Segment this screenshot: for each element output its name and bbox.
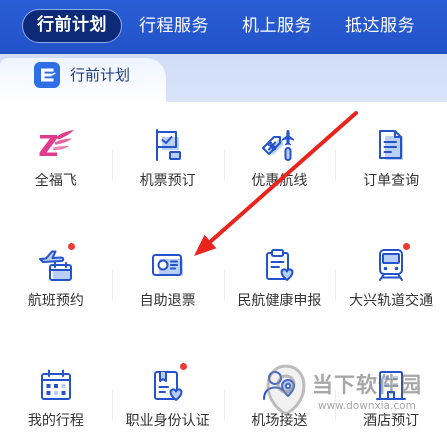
health-clipboard-icon xyxy=(260,246,298,284)
service-grid: 全福飞 机票预订 优惠航线 订单查询 航班预约 自助退票 民航健康申报 大兴轨道… xyxy=(0,102,447,439)
service-professional-id[interactable]: 职业身份认证 xyxy=(112,344,224,436)
service-hotel-booking[interactable]: 酒店预订 xyxy=(335,344,447,436)
train-icon xyxy=(372,243,411,284)
top-tab-bar: 行前计划 行程服务 机上服务 抵达服务 xyxy=(0,0,447,54)
service-order-query[interactable]: 订单查询 xyxy=(335,104,447,196)
discount-tag-icon xyxy=(260,126,298,164)
hotel-icon xyxy=(372,366,410,404)
tab-trip-service[interactable]: 行程服务 xyxy=(124,9,224,43)
column-divider xyxy=(223,150,225,180)
tab-pre-trip[interactable]: 行前计划 xyxy=(22,9,122,43)
service-my-trips[interactable]: 我的行程 xyxy=(0,344,112,436)
service-flight-reservation[interactable]: 航班预约 xyxy=(0,224,112,316)
ticket-refund-icon xyxy=(149,246,187,284)
service-label: 机场接送 xyxy=(251,413,308,429)
service-label: 民航健康申报 xyxy=(237,293,322,309)
service-discount-routes[interactable]: 优惠航线 xyxy=(224,104,336,196)
service-quanfufei[interactable]: 全福飞 xyxy=(0,104,112,196)
pickup-person-icon xyxy=(260,366,298,404)
service-label: 酒店预订 xyxy=(363,413,420,429)
flight-calendar-icon xyxy=(37,243,75,284)
tab-arrival-service[interactable]: 抵达服务 xyxy=(330,9,430,43)
service-flight-booking[interactable]: 机票预订 xyxy=(112,104,224,196)
column-divider xyxy=(335,270,337,300)
plane-logo-icon xyxy=(34,62,60,88)
column-divider xyxy=(335,390,337,420)
service-label: 全福飞 xyxy=(34,173,77,189)
column-divider xyxy=(111,390,113,420)
service-label: 订单查询 xyxy=(363,173,420,189)
column-divider xyxy=(223,390,225,420)
notification-dot xyxy=(67,243,75,250)
service-self-refund[interactable]: 自助退票 xyxy=(112,224,224,316)
service-label: 自助退票 xyxy=(139,293,196,309)
column-divider xyxy=(223,270,225,300)
service-health-declaration[interactable]: 民航健康申报 xyxy=(224,224,336,316)
service-label: 优惠航线 xyxy=(251,173,308,189)
column-divider xyxy=(335,150,337,180)
service-airport-transfer[interactable]: 机场接送 xyxy=(224,344,336,436)
service-label: 大兴轨道交通 xyxy=(349,293,434,309)
column-divider xyxy=(111,270,113,300)
section-tab: 行前计划 xyxy=(0,58,166,102)
quanfufei-logo-icon xyxy=(37,126,75,164)
id-badge-icon xyxy=(149,363,187,404)
section-title: 行前计划 xyxy=(70,66,131,84)
notification-dot xyxy=(179,363,187,370)
column-divider xyxy=(111,150,113,180)
service-label: 航班预约 xyxy=(27,293,84,309)
service-label: 职业身份认证 xyxy=(125,413,210,429)
service-label: 机票预订 xyxy=(139,173,196,189)
tab-inflight-service[interactable]: 机上服务 xyxy=(227,9,327,43)
service-label: 我的行程 xyxy=(27,413,84,429)
order-document-icon xyxy=(372,126,410,164)
calendar-icon xyxy=(37,366,75,404)
service-daxing-rail[interactable]: 大兴轨道交通 xyxy=(335,224,447,316)
flight-ticket-icon xyxy=(149,126,187,164)
